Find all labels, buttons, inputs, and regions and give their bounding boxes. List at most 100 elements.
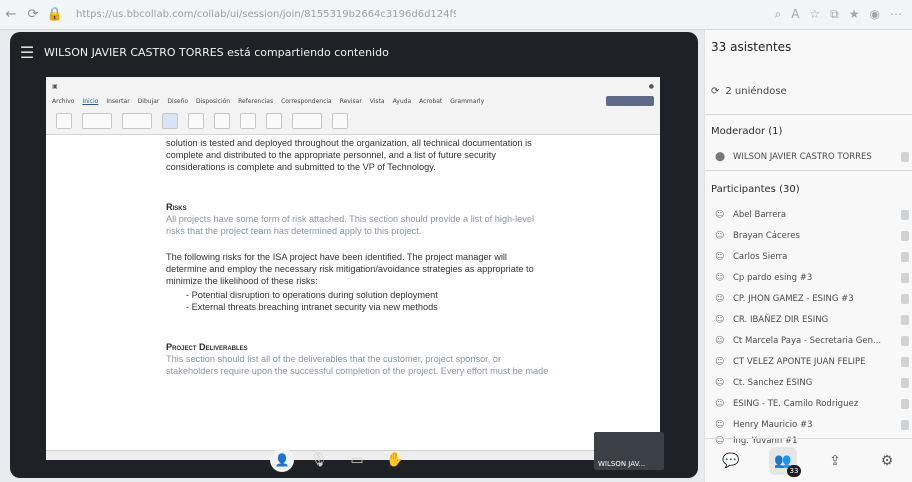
menu-icon[interactable]: ☰ [10,32,44,72]
find-icon[interactable] [188,113,204,129]
participant-row[interactable]: ☺ Ct Marcela Paya - Secretaria Gen... [715,332,909,350]
favorites-icon[interactable]: ★ [849,7,860,22]
address-bar[interactable]: https://us.bbcollab.com/collab/ui/sessio… [76,9,456,20]
participant-row[interactable]: ☺ CP. JHON GAMEZ - ESING #3 [715,290,909,308]
ribbon-tab[interactable]: Grammarly [450,98,484,105]
ribbon-tab[interactable]: Insertar [106,98,129,105]
participant-options-icon[interactable] [901,378,909,388]
moderator-name: WILSON JAVIER CASTRO TORRES [733,152,872,162]
moderator-row[interactable]: ⬤ WILSON JAVIER CASTRO TORRES [715,148,909,166]
joining-icon: ⟳ [711,85,720,97]
self-view-name: WILSON JAV... [598,460,646,468]
participant-row[interactable]: ☺ CR. IBAÑEZ DIR ESING [715,311,909,329]
paragraph-group[interactable] [122,113,152,129]
refresh-icon[interactable]: ⟳ [22,4,44,26]
participant-row[interactable]: ☺ CT VELEZ APONTE JUAN FELIPE [715,353,909,371]
divider [705,114,912,115]
participant-icon: ☺ [715,336,725,346]
participant-icon: ☺ [715,273,725,283]
participant-options-icon[interactable] [901,336,909,346]
sensitivity-icon[interactable] [240,113,256,129]
ribbon-tab[interactable]: Acrobat [419,98,442,105]
ribbon-tab[interactable]: Dibujar [138,98,160,105]
risks-intro-line: All projects have some form of risk atta… [166,214,535,224]
participant-row[interactable]: ☺ Henry Mauricio #3 [715,416,909,434]
participant-name: CP. JHON GAMEZ - ESING #3 [733,294,854,304]
autosave-icon: ▣ [52,82,58,90]
settings-icon[interactable]: ⚙ [873,447,901,475]
acrobat-group[interactable] [292,113,322,129]
participant-options-icon[interactable] [901,252,909,262]
participant-row[interactable]: ☺ Cp pardo esing #3 [715,269,909,287]
star-icon[interactable]: ☆ [809,7,820,22]
more-icon[interactable]: ⋯ [890,7,902,22]
people-icon[interactable]: 👥 33 [769,446,801,477]
participant-name: CR. IBAÑEZ DIR ESING [733,315,829,325]
styles-icon[interactable] [162,113,178,129]
participant-icon: ☺ [715,357,725,367]
zoom-icon[interactable]: ⌕ [774,7,781,22]
share-icon[interactable]: ⇪ [821,447,849,475]
participant-options-icon[interactable] [901,273,909,283]
ribbon-tab[interactable]: Ayuda [393,98,412,105]
attendee-count-badge: 33 [787,464,801,477]
editor-icon[interactable] [266,113,282,129]
chat-icon[interactable]: 💬 [717,447,745,475]
camera-off-icon[interactable]: ▭ [344,447,370,473]
participant-options-icon[interactable] [901,357,909,367]
participant-row[interactable]: ☺ ESING - TE. Camilo Rodriguez [715,395,909,413]
risks-heading: Risks [166,202,187,212]
word-document: solution is tested and deployed througho… [46,135,660,450]
joining-text: 2 uniéndose [725,85,787,97]
back-icon[interactable]: ← [0,4,22,26]
translate-icon[interactable]: A [791,7,799,22]
ribbon-tab[interactable]: Diseño [167,98,188,105]
participant-icon: ☺ [715,231,725,241]
deliverables-heading: Project Deliverables [166,342,248,352]
participant-options-icon[interactable] [901,231,909,241]
collections-icon[interactable]: ⧉ [830,7,839,22]
share-banner-text: WILSON JAVIER CASTRO TORRES está compart… [44,45,389,59]
participant-options-icon[interactable] [901,399,909,409]
font-group[interactable] [82,113,112,129]
dictate-icon[interactable] [214,113,230,129]
participant-options-icon[interactable] [901,420,909,430]
participant-row[interactable]: ☺ Abel Barrera [715,206,909,224]
participant-icon: ☺ [715,210,725,220]
participant-options-icon[interactable] [901,294,909,304]
risk-bullet: - Potential disruption to operations dur… [186,290,438,300]
ribbon-tab[interactable]: Correspondencia [281,98,332,105]
ribbon-tab[interactable]: Referencias [238,98,273,105]
participant-options-icon[interactable] [901,210,909,220]
ribbon-tab[interactable]: Disposición [196,98,230,105]
grammarly-icon[interactable] [332,113,348,129]
participant-row[interactable]: ☺ Carlos Sierra [715,248,909,266]
moderator-options-icon[interactable] [901,152,909,162]
word-ribbon: ▣ ● Archivo Inicio Insertar Dibujar Dise… [46,77,660,135]
participant-icon: ☺ [715,294,725,304]
ribbon-tab[interactable]: Archivo [52,98,74,105]
moderator-header: Moderador (1) [711,126,783,137]
ribbon-tab[interactable]: Vista [370,98,385,105]
doc-line: solution is tested and deployed througho… [166,138,532,148]
comments-button[interactable] [606,96,654,106]
participant-icon: ☺ [715,252,725,262]
ribbon-tab[interactable]: Revisar [340,98,362,105]
mic-off-icon[interactable]: 🎙 [306,447,332,473]
ribbon-tab-active[interactable]: Inicio [82,98,98,105]
deliverables-intro-line: This section should list all of the deli… [166,354,502,364]
participant-name: Carlos Sierra [733,252,788,262]
participant-options-icon[interactable] [901,315,909,325]
participants-header: Participantes (30) [711,184,800,195]
user-icon[interactable]: 👤 [270,448,294,472]
participant-row[interactable]: ☺ Ct. Sanchez ESING [715,374,909,392]
participant-icon: ☺ [715,420,725,430]
attendees-title: 33 asistentes [711,40,792,54]
call-controls: 👤 🎙 ▭ ✋ [270,442,408,478]
participant-name: Brayan Cáceres [733,231,800,241]
paste-icon[interactable] [56,113,72,129]
participant-row[interactable]: ☺ Brayan Cáceres [715,227,909,245]
profile-icon[interactable]: ◉ [870,7,880,22]
browser-toolbar: ← ⟳ 🔒 https://us.bbcollab.com/collab/ui/… [0,0,912,30]
raise-hand-icon[interactable]: ✋ [382,447,408,473]
